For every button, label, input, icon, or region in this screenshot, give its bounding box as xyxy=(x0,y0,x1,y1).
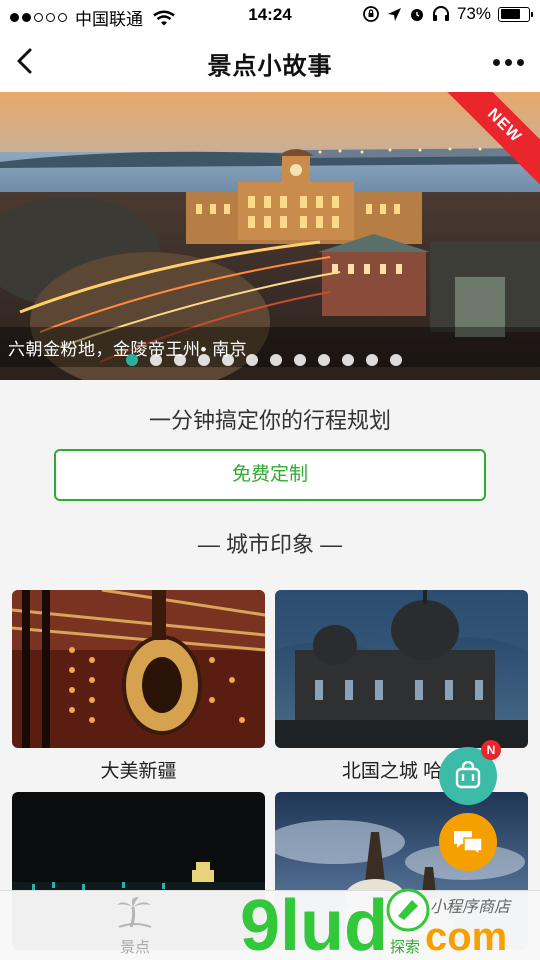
city-section-title: — 城市印象 — xyxy=(197,532,343,557)
xinjiang-instrument-photo xyxy=(12,590,265,748)
more-dot xyxy=(492,58,500,66)
more-button[interactable] xyxy=(488,50,528,74)
plan-heading: 一分钟搞定你的行程规划 xyxy=(148,408,391,433)
carousel-dot[interactable] xyxy=(294,354,306,366)
carousel-dot[interactable] xyxy=(174,354,186,366)
more-dot xyxy=(504,58,512,66)
navigation-bar: 景点小故事 xyxy=(0,30,540,92)
palm-tree-icon xyxy=(117,897,152,928)
chat-button[interactable] xyxy=(439,813,497,871)
watermark: 9lud com 小程序商店 xyxy=(240,880,540,960)
tab-label: 景点 xyxy=(119,939,150,956)
watermark-text: 9lud xyxy=(240,886,388,960)
carousel-dot[interactable] xyxy=(246,354,258,366)
carousel-dot[interactable] xyxy=(126,354,138,366)
headphones-icon xyxy=(432,6,449,21)
banner-carousel[interactable]: NEW 六朝金粉地，金陵帝王州• 南京 xyxy=(0,92,540,380)
page-title: 景点小故事 xyxy=(207,53,333,80)
free-customize-button[interactable]: 免费定制 xyxy=(54,449,486,501)
watermark-suffix: com xyxy=(425,915,507,959)
more-dot xyxy=(516,58,524,66)
status-bar: 中国联通 14:24 73% xyxy=(0,0,540,30)
new-badge: N xyxy=(481,740,501,760)
carousel-dot[interactable] xyxy=(390,354,402,366)
carousel-indicators xyxy=(126,354,402,366)
harbin-cathedral-photo xyxy=(275,590,528,748)
carousel-dot[interactable] xyxy=(342,354,354,366)
shopping-bag-icon xyxy=(455,761,481,789)
rotation-lock-icon xyxy=(363,6,379,22)
city-card-label: 大美新疆 xyxy=(100,761,177,782)
battery-icon xyxy=(498,6,533,22)
chat-bubbles-icon xyxy=(454,831,483,856)
carousel-dot[interactable] xyxy=(222,354,234,366)
carousel-dot[interactable] xyxy=(198,354,210,366)
city-card-xinjiang[interactable]: 大美新疆 xyxy=(12,590,265,783)
status-icons: 73% xyxy=(362,4,533,24)
battery-percent: 73% xyxy=(456,4,491,23)
watermark-script: 小程序商店 xyxy=(430,897,512,916)
carousel-dot[interactable] xyxy=(366,354,378,366)
carousel-dot[interactable] xyxy=(150,354,162,366)
carousel-dot[interactable] xyxy=(270,354,282,366)
tab-scenic[interactable]: 景点 xyxy=(70,895,200,957)
carousel-dot[interactable] xyxy=(318,354,330,366)
alarm-icon xyxy=(410,9,423,21)
location-icon xyxy=(387,7,401,21)
